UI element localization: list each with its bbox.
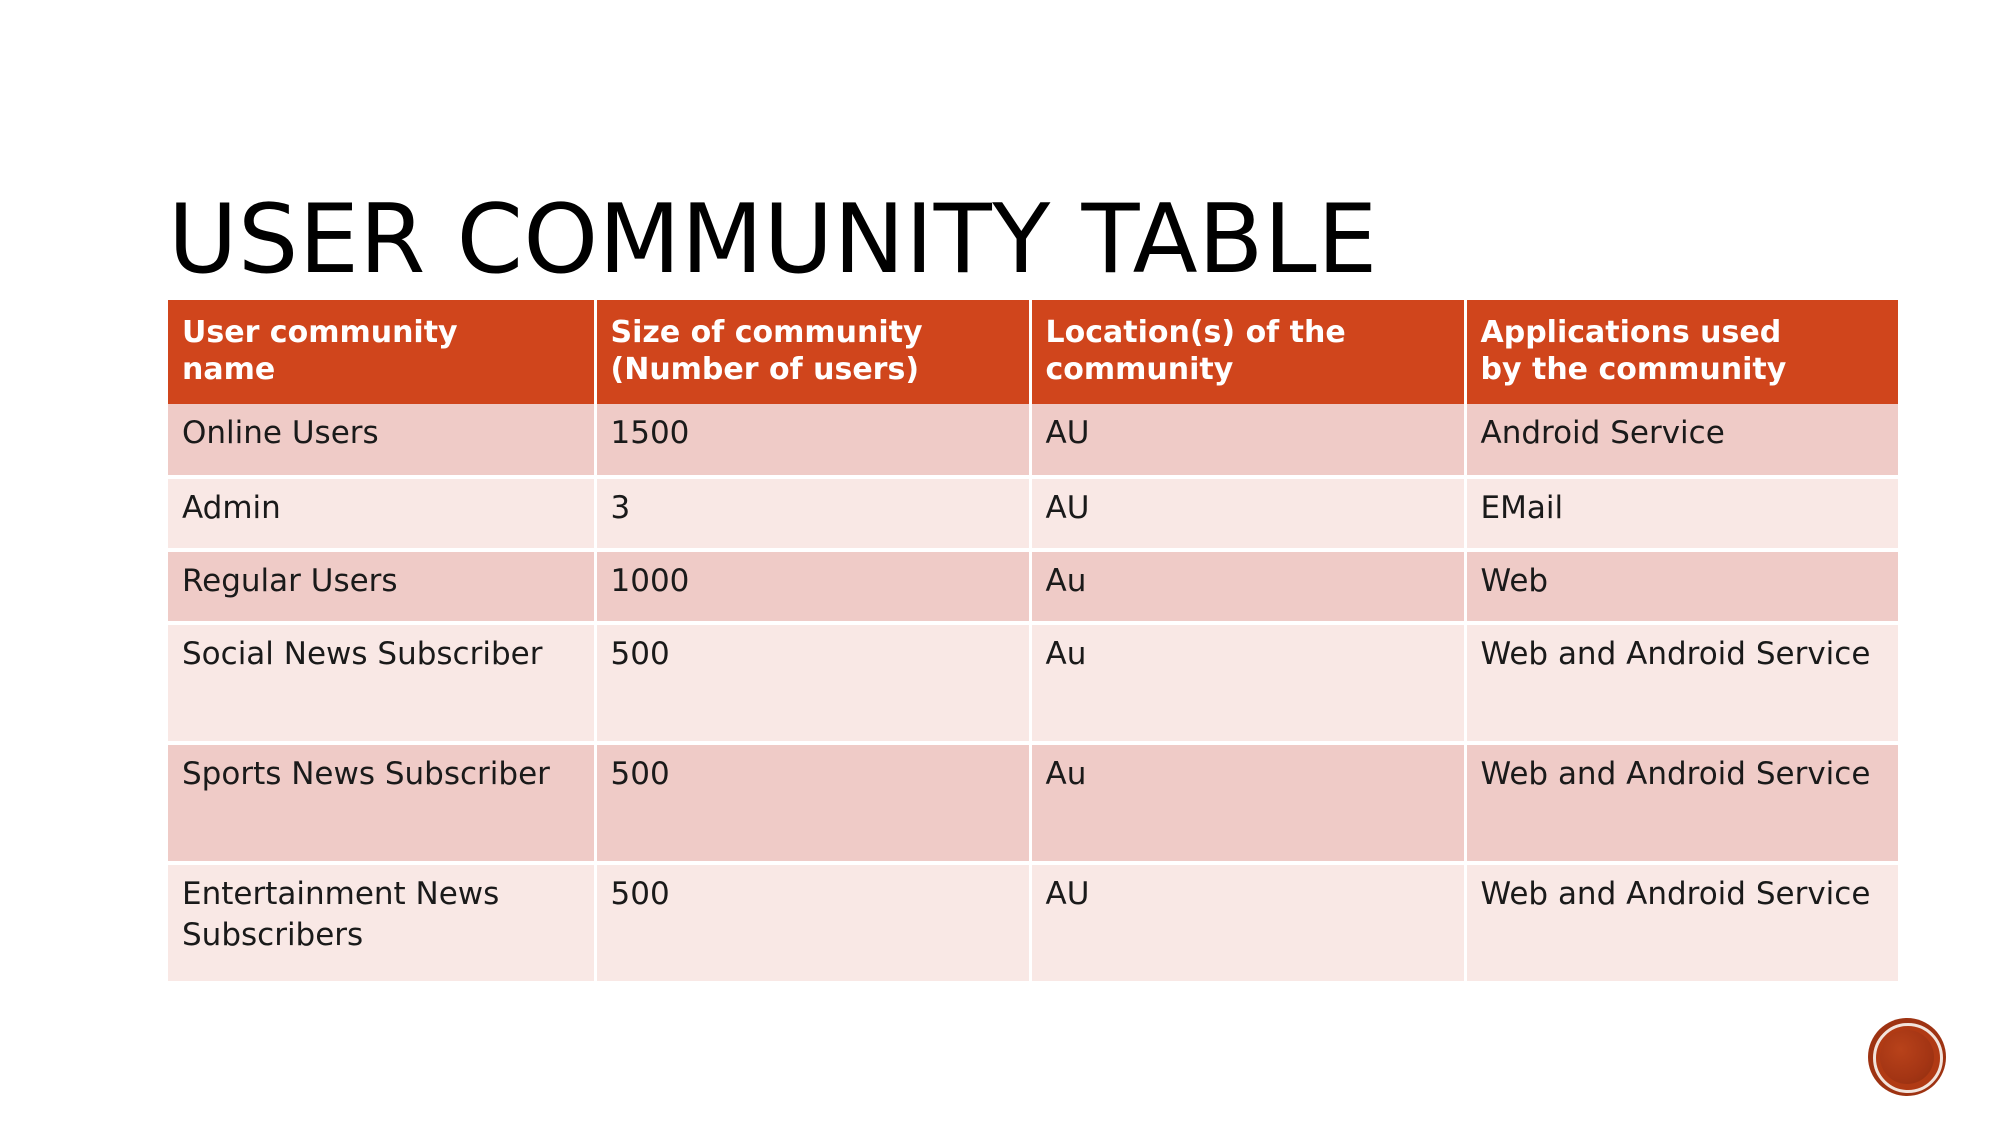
- cell-location: AU: [1030, 863, 1467, 985]
- cell-community-name: Regular Users: [168, 550, 597, 625]
- header-line-1: Location(s) of the: [1045, 315, 1346, 350]
- table-header: User community name Size of community (N…: [168, 300, 1898, 404]
- table-body: Online Users 1500 AU Android Service Adm…: [168, 404, 1898, 985]
- table-row: Social News Subscriber 500 Au Web and An…: [168, 623, 1898, 745]
- table-row: Regular Users 1000 Au Web: [168, 550, 1898, 625]
- table-row: Entertainment News Subscribers 500 AU We…: [168, 863, 1898, 985]
- cell-applications: Web and Android Service: [1465, 743, 1898, 865]
- cell-community-name: Social News Subscriber: [168, 623, 597, 745]
- column-header-size-of-community: Size of community (Number of users): [595, 300, 1032, 404]
- page-title: User Community Table: [168, 184, 1378, 295]
- cell-size: 1000: [595, 550, 1032, 625]
- cell-applications: EMail: [1465, 477, 1898, 552]
- cell-size: 500: [595, 863, 1032, 985]
- column-header-applications: Applications used by the community: [1465, 300, 1898, 404]
- circular-seal-icon: [1868, 1018, 1946, 1096]
- header-line-1: User community: [182, 315, 458, 350]
- cell-size: 1500: [595, 404, 1032, 479]
- cell-applications: Web and Android Service: [1465, 863, 1898, 985]
- header-line-1: Applications used: [1480, 315, 1782, 350]
- user-community-table: User community name Size of community (N…: [168, 300, 1898, 985]
- table-row: Sports News Subscriber 500 Au Web and An…: [168, 743, 1898, 865]
- cell-applications: Web: [1465, 550, 1898, 625]
- seal-core: [1880, 1030, 1934, 1084]
- table-row: Admin 3 AU EMail: [168, 477, 1898, 552]
- cell-applications: Web and Android Service: [1465, 623, 1898, 745]
- cell-size: 500: [595, 743, 1032, 865]
- column-header-user-community-name: User community name: [168, 300, 597, 404]
- cell-size: 500: [595, 623, 1032, 745]
- header-line-2: name: [182, 352, 276, 387]
- cell-community-name: Admin: [168, 477, 597, 552]
- cell-size: 3: [595, 477, 1032, 552]
- cell-location: Au: [1030, 623, 1467, 745]
- cell-location: Au: [1030, 743, 1467, 865]
- header-line-2: (Number of users): [610, 352, 920, 387]
- cell-applications: Android Service: [1465, 404, 1898, 479]
- cell-location: AU: [1030, 477, 1467, 552]
- header-line-2: by the community: [1480, 352, 1787, 387]
- table-header-row: User community name Size of community (N…: [168, 300, 1898, 404]
- cell-community-name: Entertainment News Subscribers: [168, 863, 597, 985]
- cell-location: AU: [1030, 404, 1467, 479]
- table-row: Online Users 1500 AU Android Service: [168, 404, 1898, 479]
- header-line-2: community: [1045, 352, 1234, 387]
- slide-canvas: User Community Table User community name…: [0, 0, 2001, 1125]
- cell-location: Au: [1030, 550, 1467, 625]
- column-header-location: Location(s) of the community: [1030, 300, 1467, 404]
- header-line-1: Size of community: [610, 315, 923, 350]
- cell-community-name: Online Users: [168, 404, 597, 479]
- cell-community-name: Sports News Subscriber: [168, 743, 597, 865]
